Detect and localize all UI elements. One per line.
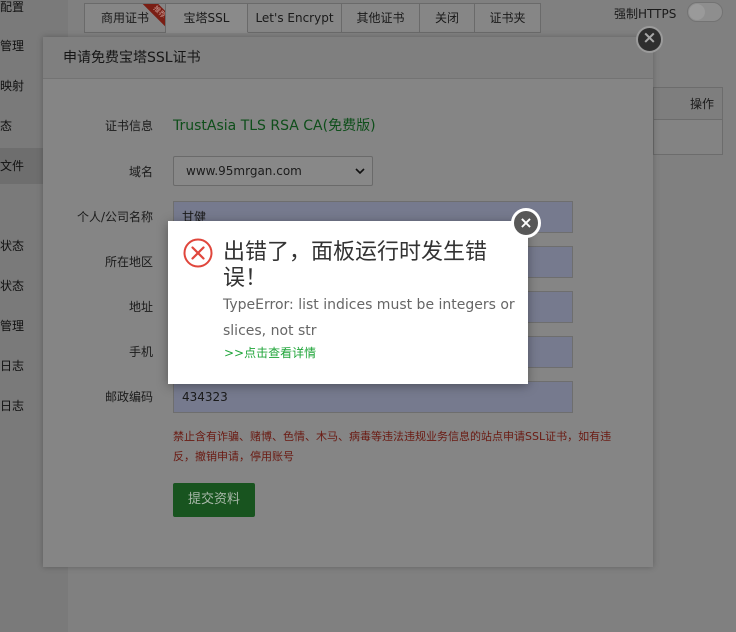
site-table: 操作 xyxy=(653,87,723,155)
form-row-cert-info: 证书信息 TrustAsia TLS RSA CA(免费版) xyxy=(43,110,653,142)
modal-close-icon[interactable]: × xyxy=(636,26,663,53)
sidebar-item-config[interactable]: 配置 xyxy=(0,0,68,14)
submit-button[interactable]: 提交资料 xyxy=(173,483,255,517)
error-close-icon[interactable]: × xyxy=(511,208,541,238)
zip-input[interactable]: 434323 xyxy=(173,381,573,413)
error-details-link[interactable]: >>点击查看详情 xyxy=(224,344,316,361)
owner-label: 个人/公司名称 xyxy=(76,210,153,224)
error-circle-icon xyxy=(183,238,213,268)
tab-bt-ssl[interactable]: 宝塔SSL xyxy=(166,3,248,33)
error-title: 出错了，面板运行时发生错误！ xyxy=(223,240,488,291)
region-label: 所在地区 xyxy=(104,255,153,269)
tab-lets-encrypt[interactable]: Let's Encrypt xyxy=(248,3,342,33)
tab-commercial-cert[interactable]: 商用证书 推荐 xyxy=(84,3,166,33)
table-header-action: 操作 xyxy=(654,88,722,120)
domain-label: 域名 xyxy=(128,165,153,179)
chevron-down-icon xyxy=(355,168,365,175)
tab-close[interactable]: 关闭 xyxy=(420,3,475,33)
tab-other-cert[interactable]: 其他证书 xyxy=(342,3,420,33)
address-label: 地址 xyxy=(128,300,153,314)
tab-cert-folder[interactable]: 证书夹 xyxy=(475,3,541,33)
domain-select[interactable]: www.95mrgan.com xyxy=(173,156,373,186)
cert-info-value: TrustAsia TLS RSA CA(免费版) xyxy=(173,118,376,134)
policy-warning: 禁止含有诈骗、赌博、色情、木马、病毒等违法违规业务信息的站点申请SSL证书，如有… xyxy=(173,430,612,463)
tab-label: 商用证书 xyxy=(100,11,149,25)
modal-title: 申请免费宝塔SSL证书 xyxy=(43,37,653,79)
force-https-label: 强制HTTPS xyxy=(614,7,677,21)
form-row-domain: 域名 www.95mrgan.com xyxy=(43,156,653,188)
error-message: TypeError: list indices must be integers… xyxy=(223,297,515,339)
form-row-zip: 邮政编码 434323 xyxy=(43,381,653,413)
domain-select-value: www.95mrgan.com xyxy=(186,164,302,178)
ssl-tabs: 商用证书 推荐 宝塔SSL Let's Encrypt 其他证书 关闭 证书夹 xyxy=(84,3,541,33)
toggle-knob xyxy=(689,4,705,20)
cert-info-label: 证书信息 xyxy=(104,119,153,133)
error-dialog: 出错了，面板运行时发生错误！ TypeError: list indices m… xyxy=(168,221,528,384)
zip-label: 邮政编码 xyxy=(104,390,153,404)
force-https-toggle[interactable] xyxy=(687,2,723,22)
phone-label: 手机 xyxy=(128,345,153,359)
